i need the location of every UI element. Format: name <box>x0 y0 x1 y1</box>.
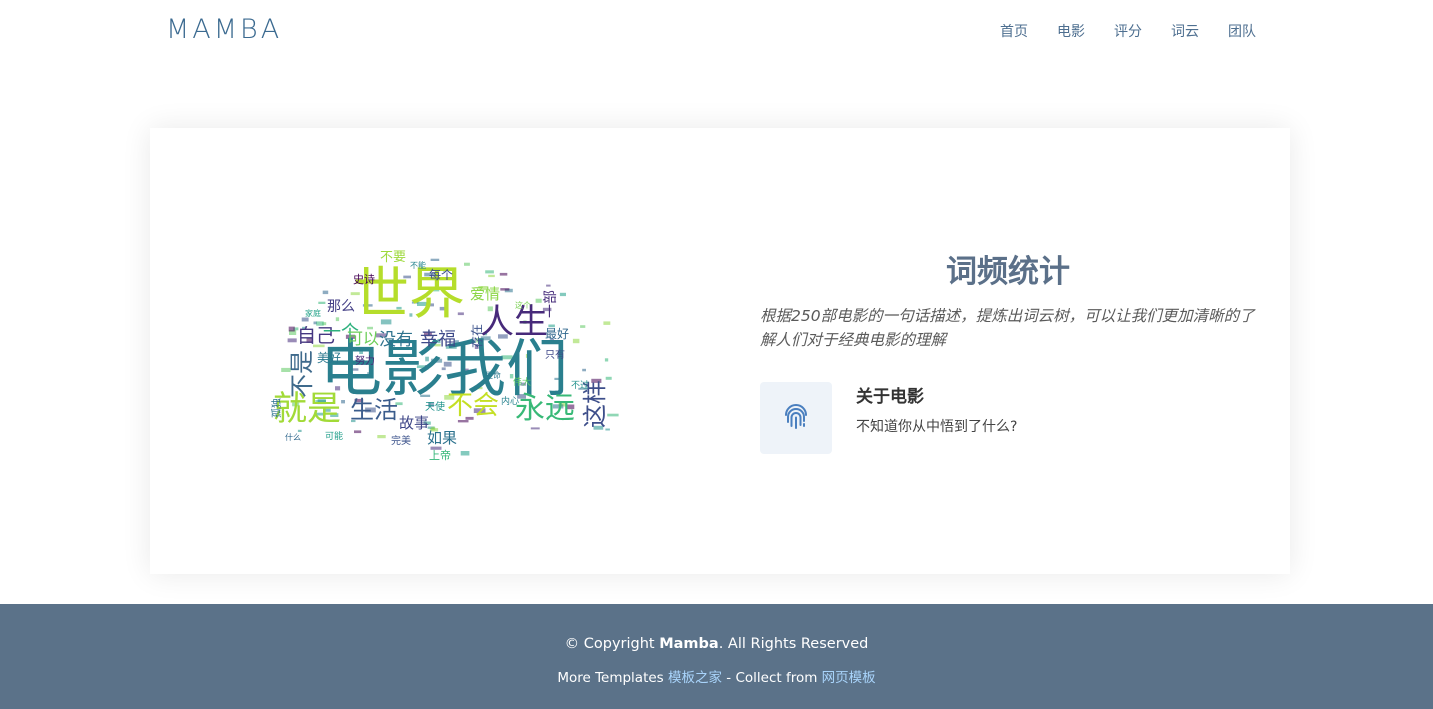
word-cloud-word: 没有 <box>379 330 413 350</box>
site-footer: © Copyright Mamba. All Rights Reserved M… <box>0 604 1433 709</box>
word-cloud-filler-word <box>572 338 580 344</box>
feature-text: 不知道你从中悟到了什么? <box>856 419 1018 435</box>
word-cloud-filler-word <box>582 368 586 372</box>
word-cloud-filler-word <box>288 326 295 332</box>
word-cloud-word: 天使 <box>425 400 445 413</box>
word-cloud-word: 如果 <box>427 429 457 447</box>
site-logo[interactable]: MAMBA <box>166 14 282 45</box>
word-cloud-filler-word <box>546 284 551 287</box>
word-cloud-svg: 电影我们世界 人生就是 永远生活 不会 这样不是自己一个可以 没有 幸福爱情故事如果不要每个… <box>270 250 619 462</box>
nav-item-movies[interactable]: 电影 <box>1057 21 1085 41</box>
word-cloud-filler-word <box>460 451 470 456</box>
word-cloud-word: 不会 <box>447 391 499 421</box>
word-cloud-filler-word <box>301 317 309 322</box>
word-cloud-filler-word <box>605 376 612 380</box>
word-cloud-word: 不是 <box>288 350 316 398</box>
word-cloud-word: 最好 <box>545 327 569 341</box>
word-cloud-word: 上帝 <box>429 448 451 462</box>
section-description: 根据250部电影的一句话描述，提炼出词云树，可以让我们更加清晰的了解人们对于经典… <box>760 307 1255 349</box>
copyright-text: © Copyright Mamba. All Rights Reserved <box>0 636 1433 652</box>
word-cloud-filler-word <box>354 430 362 434</box>
word-cloud-word: 这个 <box>515 300 531 310</box>
main-nav: 首页 电影 评分 词云 团队 <box>1000 21 1256 41</box>
template-credits: More Templates 模板之家 - Collect from 网页模板 <box>0 666 1433 686</box>
word-cloud-word: 不过 <box>571 379 589 391</box>
content-card: 电影我们 世界 人生 就是 永远 生活 不会 这样 不是 自己 一个 可以 没有 幸福 爱情 故事 如果 不要 每个… <box>150 128 1290 574</box>
word-cloud-filler-word <box>559 292 566 297</box>
word-cloud-filler-word <box>287 338 297 343</box>
word-cloud-filler-word <box>485 270 494 274</box>
word-cloud-filler-word <box>580 325 586 328</box>
word-cloud-word: 可能 <box>325 430 343 442</box>
nav-item-ratings[interactable]: 评分 <box>1114 21 1142 41</box>
word-cloud-word: 完美 <box>391 434 411 447</box>
copyright-prefix: © Copyright <box>564 636 660 652</box>
more-templates-link[interactable]: 模板之家 <box>668 670 722 686</box>
word-cloud-word: 只有 <box>545 348 565 361</box>
feature-title: 关于电影 <box>856 387 924 407</box>
word-cloud-word: 故事 <box>399 414 429 432</box>
word-cloud-word: 存在 <box>470 324 484 348</box>
fingerprint-icon <box>785 404 807 429</box>
word-cloud-filler-word <box>604 358 609 362</box>
word-cloud-word: 可以 <box>347 329 379 348</box>
feature-icon-box <box>760 382 832 454</box>
copyright-brand: Mamba <box>659 636 719 652</box>
word-cloud-word: 史诗 <box>353 272 375 286</box>
word-cloud-filler-word <box>377 435 386 439</box>
word-cloud-image: 电影我们 世界 人生 就是 永远 生活 不会 这样 不是 自己 一个 可以 没有 幸福 爱情 故事 如果 不要 每个… <box>265 238 625 463</box>
word-cloud-word: 幸福 <box>420 329 456 350</box>
collect-label: - Collect from <box>722 670 822 686</box>
word-cloud-filler-word <box>488 274 495 278</box>
word-cloud-word: 生命 <box>485 370 501 380</box>
nav-item-team[interactable]: 团队 <box>1228 21 1256 41</box>
word-cloud-filler-word <box>499 272 508 276</box>
word-cloud-word: 不能 <box>410 260 426 270</box>
word-cloud-word: 那么 <box>327 299 355 315</box>
word-cloud-word: 不要 <box>380 250 406 265</box>
word-cloud-word: 什么 <box>285 432 301 442</box>
word-cloud-filler-word <box>430 258 440 261</box>
word-cloud-word: 孤独 <box>270 398 283 418</box>
word-cloud-word: 爱情 <box>470 285 500 303</box>
word-cloud-filler-word <box>335 317 340 322</box>
word-cloud-word: 一部 <box>543 290 559 318</box>
site-header: MAMBA 首页 电影 评分 词云 团队 <box>0 0 1433 64</box>
word-cloud-word: 永远 <box>515 391 575 426</box>
word-cloud-word: 每个 <box>429 267 453 282</box>
nav-item-home[interactable]: 首页 <box>1000 21 1028 41</box>
nav-item-wordcloud[interactable]: 词云 <box>1171 21 1199 41</box>
word-cloud-word: 家庭 <box>305 308 321 318</box>
section-title: 词频统计 <box>946 254 1070 290</box>
word-cloud-word: 内心 <box>501 395 519 407</box>
copyright-suffix: . All Rights Reserved <box>718 636 869 652</box>
collect-link[interactable]: 网页模板 <box>822 670 876 686</box>
word-cloud-filler-word <box>297 429 302 432</box>
word-cloud-word: 生活 <box>350 396 398 424</box>
word-cloud-word: 伟大 <box>513 376 531 388</box>
word-cloud-filler-word <box>500 288 510 291</box>
more-templates-label: More Templates <box>557 670 668 686</box>
word-cloud-filler-word <box>322 290 329 295</box>
word-cloud-filler-word <box>603 321 611 325</box>
word-cloud-word: 人生 <box>480 302 548 342</box>
word-cloud-word: 努力 <box>355 354 375 367</box>
word-cloud-filler-word <box>318 301 326 304</box>
word-cloud-filler-word <box>530 427 540 430</box>
word-cloud-word: 美好 <box>317 351 341 365</box>
